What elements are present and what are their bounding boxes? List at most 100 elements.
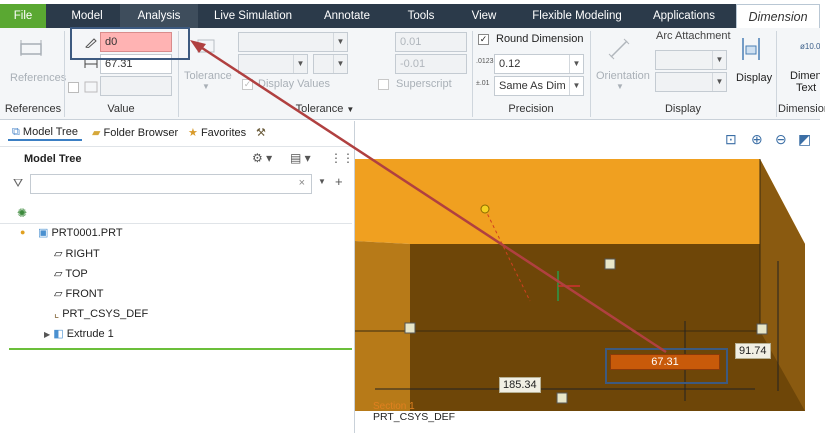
dimension-text-button[interactable]: ø10.00 Dimens Text — [780, 32, 820, 92]
chevron-down-icon[interactable]: ▼ — [318, 177, 326, 186]
round-dimension-checkbox[interactable]: ✓ — [478, 34, 489, 45]
orientation-button[interactable]: Orientation ▼ — [594, 32, 650, 92]
model-tree-title: Model Tree — [24, 153, 82, 165]
tree-item-csys[interactable]: ⌞ PRT_CSYS_DEF — [54, 307, 148, 320]
tab-tools[interactable]: Tools — [392, 4, 450, 28]
lower-tolerance-field[interactable]: -0.01 — [395, 54, 467, 74]
group-precision: Precision — [508, 103, 554, 115]
highlight-callout-box-ribbon — [70, 27, 190, 60]
datum-plane-icon: ▱ — [54, 268, 63, 280]
superscript-label: Superscript — [396, 78, 452, 90]
tab-applications[interactable]: Applications — [644, 4, 724, 28]
tab-model[interactable]: Model — [56, 4, 118, 28]
group-tolerance[interactable]: Tolerance ▼ — [180, 102, 470, 116]
display-icon — [742, 38, 760, 60]
chevron-down-icon: ▼ — [202, 82, 210, 91]
dimension-height-label[interactable]: 67.31 — [610, 354, 720, 370]
orientation-label: Orientation — [596, 70, 650, 82]
filter-icon: ⛛ — [13, 176, 24, 190]
group-divider — [64, 31, 65, 117]
tolerance-label: Tolerance — [184, 70, 232, 82]
dimension-width-label[interactable]: 185.34 — [499, 377, 541, 393]
add-icon[interactable]: + — [335, 174, 343, 189]
tab-analysis[interactable]: Analysis — [120, 4, 198, 28]
tab-favorites-label: Favorites — [200, 127, 247, 139]
tab-dimension[interactable]: Dimension — [736, 4, 820, 28]
display-label: Display — [736, 72, 773, 84]
display-button[interactable]: Display — [733, 32, 773, 92]
superscript-checkbox[interactable] — [378, 79, 389, 90]
tolerance-upper-dropdown[interactable]: ▼ — [238, 54, 308, 74]
settings-icon[interactable]: ⚙ ▾ — [252, 151, 272, 165]
tree-item-extrude[interactable]: ▶ ◧ Extrude 1 — [44, 327, 114, 340]
group-references: References — [4, 103, 62, 115]
tab-folder-browser[interactable]: ▰ Folder Browser — [92, 126, 178, 139]
part-icon: ▣ — [38, 227, 49, 239]
chevron-down-icon: ▼ — [346, 105, 355, 114]
search-input[interactable]: × — [30, 174, 312, 194]
arc-attachment-dropdown-2[interactable]: ▼ — [655, 72, 727, 92]
group-tolerance-label: Tolerance — [295, 103, 344, 115]
datum-plane-icon: ▱ — [54, 248, 63, 260]
display-values-checkbox[interactable]: ✓ — [242, 79, 253, 90]
tree-item-top-label: TOP — [65, 268, 88, 280]
divider — [0, 223, 352, 224]
csys-icon: ⌞ — [54, 308, 60, 320]
active-marker-icon: ● — [20, 227, 26, 237]
clear-icon[interactable]: × — [299, 177, 305, 189]
tab-file[interactable]: File — [0, 4, 46, 28]
group-divider — [776, 31, 777, 117]
settings-gear-icon[interactable]: ✺ — [17, 206, 27, 220]
app-window: File Model Analysis Live Simulation Anno… — [0, 0, 825, 436]
model-view — [355, 159, 805, 411]
tab-live-simulation[interactable]: Live Simulation — [203, 4, 303, 28]
plane-tag-icon — [404, 322, 416, 334]
references-icon — [20, 40, 42, 56]
arc-attachment-dropdown[interactable]: ▼ — [655, 50, 727, 70]
dimension-text-label-1: Dimens — [790, 70, 820, 82]
tree-item-right[interactable]: ▱ RIGHT — [54, 247, 100, 260]
chevron-down-icon: ▼ — [616, 82, 624, 91]
dimension-depth-label[interactable]: 91.74 — [735, 343, 771, 359]
tolerance-table-dropdown[interactable]: ▼ — [238, 32, 348, 52]
tree-item-top[interactable]: ▱ TOP — [54, 267, 88, 280]
decimal-places-icon: .0123 — [476, 58, 494, 65]
tab-favorites[interactable]: ★ Favorites — [188, 126, 246, 139]
plane-tag-icon — [556, 392, 568, 404]
tab-view[interactable]: View — [462, 4, 506, 28]
expand-icon[interactable]: ▶ — [44, 330, 50, 339]
tolerance-decimal-value: Same As Dim — [499, 80, 566, 92]
favorites-icon: ★ — [188, 127, 198, 139]
top-face — [355, 159, 805, 244]
group-divider — [472, 31, 473, 117]
tolerance-decimal-icon: ±.01 — [476, 80, 490, 87]
tab-flexible-modeling[interactable]: Flexible Modeling — [522, 4, 632, 28]
side-face — [355, 241, 410, 411]
plane-tag-icon — [604, 258, 616, 270]
override-value-field[interactable] — [100, 76, 172, 96]
show-icon[interactable]: ▤ ▾ — [290, 151, 311, 165]
group-divider — [590, 31, 591, 117]
tree-item-front[interactable]: ▱ FRONT — [54, 287, 103, 300]
folder-icon: ▰ — [92, 127, 101, 139]
references-button[interactable]: References — [4, 32, 66, 88]
upper-tolerance-field[interactable]: 0.01 — [395, 32, 467, 52]
tree-item-part[interactable]: ▣ PRT0001.PRT — [38, 226, 123, 239]
tolerance-class-dropdown[interactable]: ▼ — [313, 54, 348, 74]
tab-model-tree[interactable]: ⧉ Model Tree — [8, 126, 82, 141]
graphics-window[interactable]: ⊡ ⊕ ⊖ ◩ 185.34 91.74 67.31 Section 1 PRT… — [355, 121, 820, 431]
decimal-places-dropdown[interactable]: 0.12 ▼ — [494, 54, 584, 74]
tab-annotate[interactable]: Annotate — [315, 4, 379, 28]
tree-item-front-label: FRONT — [65, 288, 104, 300]
tolerance-icon — [197, 39, 215, 53]
plane-tag-icon — [756, 323, 768, 335]
override-icon — [84, 81, 98, 93]
tree-item-part-label: PRT0001.PRT — [51, 227, 123, 239]
tolerance-decimal-dropdown[interactable]: Same As Dim ▼ — [494, 76, 584, 96]
columns-icon[interactable]: ⋮⋮ — [330, 151, 354, 165]
tools-icon[interactable]: ⚒ — [256, 126, 266, 139]
value-checkbox[interactable] — [68, 82, 79, 93]
group-dimension: Dimension — [778, 103, 825, 115]
references-label: References — [10, 72, 67, 84]
tab-model-tree-label: Model Tree — [22, 126, 78, 138]
